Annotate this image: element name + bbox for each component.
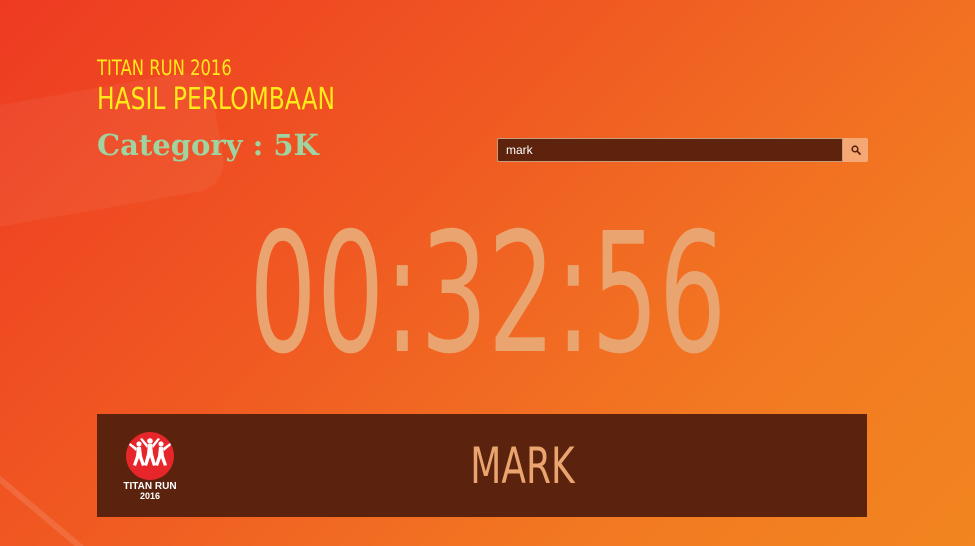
runner-name: MARK [97, 414, 947, 517]
search-input[interactable] [497, 138, 844, 162]
results-page: TITAN RUN 2016 HASIL PERLOMBAAN Category… [0, 0, 975, 546]
runner-name-value: MARK [469, 436, 575, 495]
category-label: Category : 5K [97, 128, 319, 162]
event-name: TITAN RUN 2016 [97, 56, 232, 80]
finish-time-value: 00:32:56 [248, 198, 727, 391]
search-bar [497, 138, 868, 162]
search-button[interactable] [843, 138, 868, 162]
results-title: HASIL PERLOMBAAN [97, 82, 336, 117]
search-icon [851, 145, 861, 155]
result-banner: TITAN RUN 2016 MARK [97, 414, 867, 517]
finish-time: 00:32:56 [0, 212, 975, 378]
